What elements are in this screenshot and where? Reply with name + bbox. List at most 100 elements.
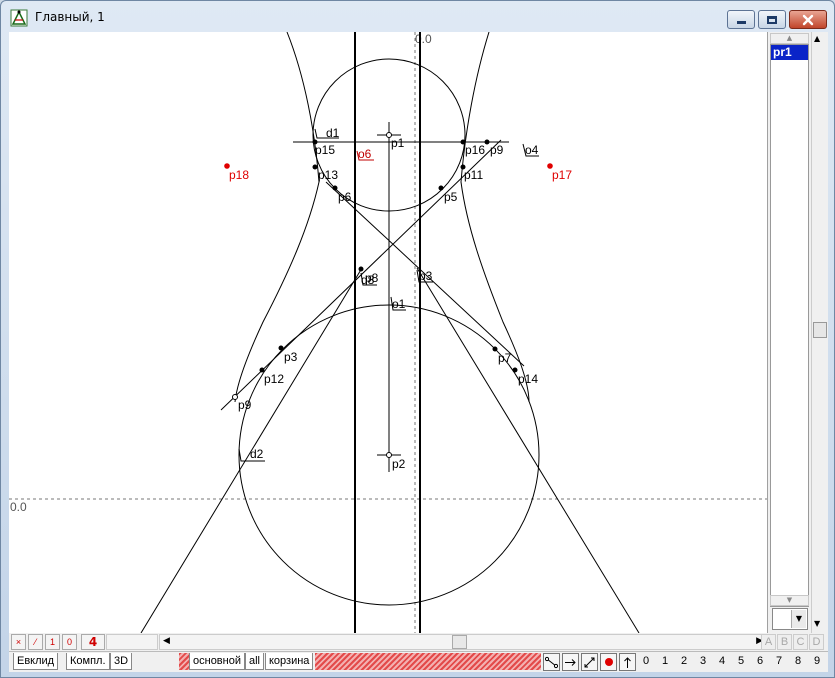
- point-p8-marker[interactable]: [358, 266, 364, 272]
- digit-7-button[interactable]: 7: [773, 655, 785, 667]
- label-p3b: p3: [419, 269, 433, 283]
- tab-all[interactable]: all: [245, 653, 265, 670]
- object-type-select[interactable]: ▼: [772, 608, 808, 630]
- label-p13: p13: [318, 168, 338, 182]
- vertical-scrollbar[interactable]: ▲ ▼: [811, 32, 828, 633]
- maximize-icon: [767, 15, 777, 24]
- label-p3a: p3: [284, 350, 298, 364]
- label-o6: o6: [358, 147, 372, 161]
- point-p6-marker[interactable]: [492, 346, 498, 352]
- digit-8-button[interactable]: 8: [792, 655, 804, 667]
- tab-strip-hatch-right: [315, 653, 541, 670]
- list-item[interactable]: pr1: [771, 45, 808, 60]
- list-scroll-down-button[interactable]: ▼: [770, 595, 809, 606]
- line-tool-icon: [584, 657, 595, 667]
- hyperbola-left-branch[interactable]: [234, 32, 320, 403]
- line-tool-button[interactable]: [581, 653, 598, 671]
- point-p7-marker[interactable]: [232, 394, 238, 400]
- tab-main[interactable]: основной: [189, 653, 245, 670]
- tab-euclid[interactable]: Евклид: [13, 653, 59, 670]
- label-p12: p12: [264, 372, 284, 386]
- label-d1: d1: [326, 126, 340, 140]
- close-button[interactable]: [789, 10, 827, 29]
- digit-2-button[interactable]: 2: [678, 655, 690, 667]
- point-p14-marker[interactable]: [512, 367, 518, 373]
- segment-tool-button[interactable]: [543, 653, 560, 671]
- tabs-toolbar: Евклид Компл. 3D основной all корзина 0 …: [9, 651, 828, 672]
- label-p2: p2: [392, 457, 406, 471]
- drawing-canvas[interactable]: 0.0 0.0 d1 p15 p1 o6 p16 p9 o4 p18 p17 p…: [9, 32, 767, 633]
- label-o4: o4: [525, 143, 539, 157]
- arrow-up-icon: [624, 656, 631, 668]
- main-window: Главный, 1 0.0 0.0 d1 p15 p1 o6 p16 p9 o…: [0, 0, 835, 678]
- point-p4-marker[interactable]: [438, 185, 444, 191]
- label-p17: p17: [552, 168, 572, 182]
- digit-9-button[interactable]: 9: [811, 655, 823, 667]
- geometry-app-icon: [10, 9, 28, 27]
- label-o1: o1: [392, 297, 406, 311]
- y-axis-origin-label: 0.0: [415, 32, 432, 46]
- layer-c-button[interactable]: C: [793, 634, 808, 650]
- label-p9: p9: [490, 143, 504, 157]
- up-tool-button[interactable]: [619, 653, 636, 671]
- label-p14: p14: [518, 372, 538, 386]
- title-bar: Главный, 1: [1, 1, 834, 33]
- digit-1-button[interactable]: 1: [659, 655, 671, 667]
- status-field: [106, 634, 158, 650]
- list-scroll-up-button[interactable]: ▲: [770, 33, 809, 44]
- x-axis-origin-label: 0.0: [10, 500, 27, 514]
- digit-4-button[interactable]: 4: [716, 655, 728, 667]
- scroll-left-arrow-icon[interactable]: ◀: [163, 636, 170, 646]
- digit-5-button[interactable]: 5: [735, 655, 747, 667]
- vertical-scroll-thumb[interactable]: [813, 322, 827, 338]
- status-toolbar: × ⁄ 1 0 4 ◀ ▶ A B C D: [9, 633, 828, 651]
- scroll-down-arrow-icon[interactable]: ▼: [814, 619, 820, 628]
- layer-a-button[interactable]: A: [761, 634, 776, 650]
- zero-button[interactable]: 0: [62, 634, 77, 650]
- label-p11: p11: [464, 168, 483, 182]
- label-p7: p9: [238, 398, 252, 412]
- horizontal-scroll-thumb[interactable]: [452, 635, 467, 649]
- label-p1: p1: [391, 136, 405, 150]
- maximize-button[interactable]: [758, 10, 786, 29]
- arrow-right-icon: [565, 658, 576, 666]
- scroll-up-arrow-icon[interactable]: ▲: [814, 34, 820, 43]
- ray-tool-button[interactable]: [562, 653, 579, 671]
- layer-d-button[interactable]: D: [809, 634, 824, 650]
- digit-6-button[interactable]: 6: [754, 655, 766, 667]
- label-p4: p5: [444, 190, 458, 204]
- label-p15: p15: [315, 143, 335, 157]
- digit-3-button[interactable]: 3: [697, 655, 709, 667]
- point-p5-marker[interactable]: [332, 185, 338, 191]
- slash-button[interactable]: ⁄: [28, 634, 43, 650]
- point-p3a-marker[interactable]: [278, 345, 284, 351]
- label-p18: p18: [229, 168, 249, 182]
- label-d2: d2: [250, 447, 264, 461]
- tangent-line-4[interactable]: [416, 267, 640, 633]
- geometry-drawing[interactable]: 0.0 0.0 d1 p15 p1 o6 p16 p9 o4 p18 p17 p…: [9, 32, 767, 633]
- delete-button[interactable]: ×: [11, 634, 26, 650]
- tab-complex[interactable]: Компл.: [66, 653, 110, 670]
- label-p5: p6: [338, 190, 352, 204]
- object-counter: 4: [81, 634, 105, 650]
- tab-3d[interactable]: 3D: [110, 653, 133, 670]
- point-p9-marker[interactable]: [484, 139, 490, 145]
- digit-0-button[interactable]: 0: [640, 655, 652, 667]
- point-p13-marker[interactable]: [312, 164, 318, 170]
- horizontal-scrollbar[interactable]: ◀ ▶: [159, 634, 767, 650]
- minimize-button[interactable]: [727, 10, 755, 29]
- label-p16: p16: [465, 143, 485, 157]
- object-list-panel: ▲ pr1 ▼ ▼: [767, 32, 811, 633]
- tab-strip-hatch-left: [179, 653, 189, 670]
- label-p6: p7: [498, 351, 512, 365]
- chevron-down-icon[interactable]: ▼: [791, 610, 806, 628]
- tab-trash[interactable]: корзина: [265, 653, 314, 670]
- close-icon: [802, 14, 814, 25]
- point-tool-button[interactable]: [600, 653, 617, 671]
- object-list[interactable]: pr1: [770, 44, 809, 607]
- red-dot-icon: [604, 658, 613, 666]
- one-button[interactable]: 1: [45, 634, 60, 650]
- window-title: Главный, 1: [35, 10, 105, 24]
- segment-tool-icon: [545, 656, 558, 668]
- layer-b-button[interactable]: B: [777, 634, 792, 650]
